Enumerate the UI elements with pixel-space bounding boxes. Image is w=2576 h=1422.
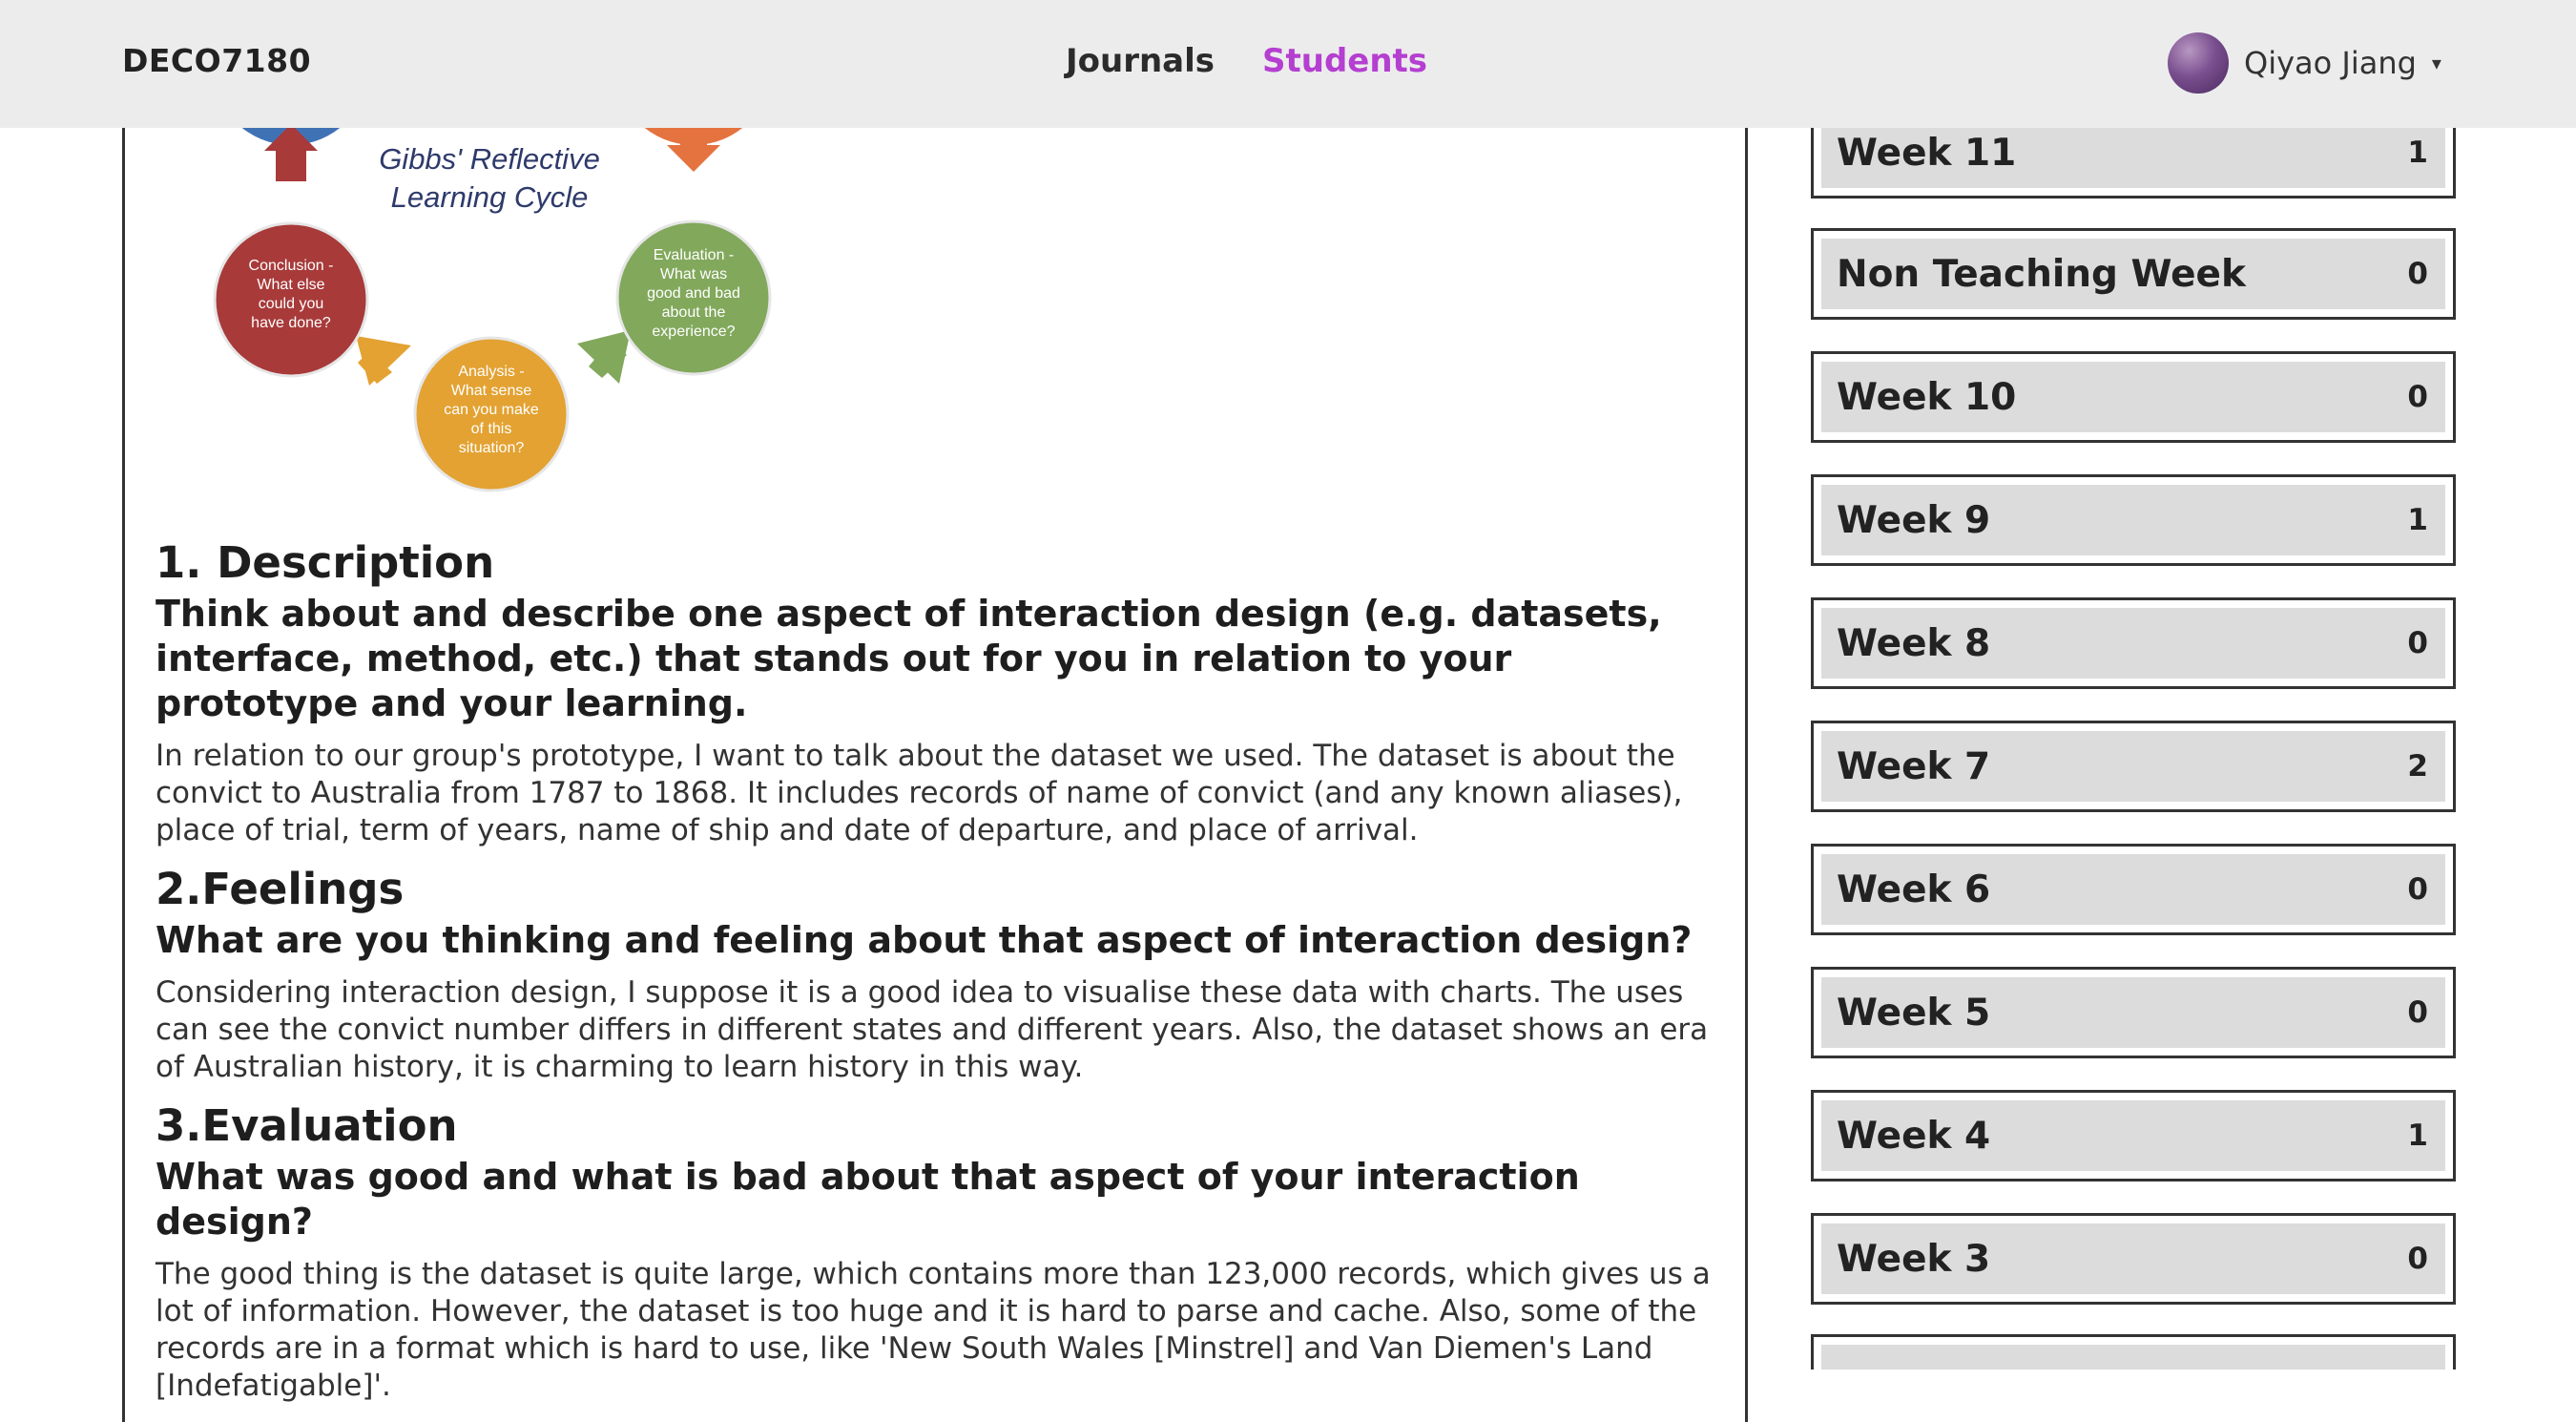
evaluation-label-1: Evaluation - [654,247,735,263]
week-count-badge: 0 [2407,995,2428,1030]
week-item-9[interactable]: Week 9 1 [1811,474,2456,566]
conclusion-label-3: could you [259,296,324,312]
week-label: Non Teaching Week [1837,252,2246,296]
week-count-badge: 0 [2407,257,2428,291]
evaluation-label-4: about the [662,304,726,321]
week-count-badge: 0 [2407,380,2428,414]
week-count-badge: 2 [2407,749,2428,784]
week-item-box[interactable]: Non Teaching Week 0 [1821,239,2445,309]
analysis-label-3: can you make [444,402,539,418]
gibbs-cycle-diagram: Gibbs' Reflective Learning Cycle Conclus… [213,86,772,492]
top-navbar: DECO7180 Journals Students Qiyao Jiang ▾ [0,0,2576,128]
week-label: Week 8 [1837,621,1991,665]
week-item-box[interactable]: Week 9 1 [1821,485,2445,555]
evaluation-label-3: good and bad [647,285,740,302]
section-question-description: Think about and describe one aspect of i… [156,593,1662,724]
diagram-title: Gibbs' Reflective [379,142,600,176]
evaluation-label-5: experience? [652,324,735,340]
journal-content: 1. Description Think about and describe … [156,536,1720,1418]
user-name[interactable]: Qiyao Jiang [2244,45,2417,81]
week-label: Week 5 [1837,991,1991,1035]
week-item-8[interactable]: Week 8 0 [1811,597,2456,689]
week-label: Week 6 [1837,868,1991,911]
week-count-badge: 0 [2407,626,2428,660]
week-count-badge: 1 [2407,136,2428,170]
conclusion-label-2: What else [257,277,324,293]
brand-logo[interactable]: DECO7180 [122,42,311,79]
section-question-feelings: What are you thinking and feeling about … [156,919,1693,961]
journal-entry-panel: Gibbs' Reflective Learning Cycle Conclus… [122,86,1748,1422]
week-item-box[interactable]: Week 6 0 [1821,854,2445,925]
week-item-4[interactable]: Week 4 1 [1811,1090,2456,1182]
week-item-box[interactable]: Week 11 1 [1821,117,2445,188]
week-item-box[interactable]: Week 3 0 [1821,1223,2445,1294]
week-label: Week 4 [1837,1114,1991,1158]
week-label: Week 3 [1837,1237,1991,1281]
week-item-box[interactable]: Week 4 1 [1821,1100,2445,1171]
week-item-next[interactable] [1811,1334,2456,1370]
week-count-badge: 0 [2407,1242,2428,1276]
arrow-right-down-icon [577,330,631,384]
section-title-description: 1. Description [156,537,495,588]
avatar[interactable] [2168,32,2229,94]
nav-link-students[interactable]: Students [1262,42,1427,80]
week-item-5[interactable]: Week 5 0 [1811,967,2456,1058]
week-item-box[interactable]: Week 7 2 [1821,731,2445,802]
week-item-box[interactable]: Week 8 0 [1821,608,2445,679]
nav-link-journals[interactable]: Journals [1066,42,1215,80]
conclusion-label-4: have done? [251,315,331,331]
section-body-description: In relation to our group's prototype, I … [156,739,1683,847]
week-item-7[interactable]: Week 7 2 [1811,721,2456,812]
week-count-badge: 1 [2407,503,2428,537]
diagram-title-line2: Learning Cycle [391,180,589,214]
week-item-non-teaching[interactable]: Non Teaching Week 0 [1811,228,2456,320]
week-label: Week 9 [1837,498,1991,542]
analysis-label-1: Analysis - [458,364,524,380]
week-item-10[interactable]: Week 10 0 [1811,351,2456,443]
chevron-down-icon[interactable]: ▾ [2432,52,2441,74]
section-body-feelings: Considering interaction design, I suppos… [156,975,1709,1084]
section-question-evaluation: What was good and what is bad about that… [156,1156,1580,1243]
conclusion-label-1: Conclusion - [249,258,334,274]
week-label: Week 7 [1837,744,1991,788]
arrow-left-up-icon [356,336,411,386]
week-item-3[interactable]: Week 3 0 [1811,1213,2456,1305]
week-count-badge: 1 [2407,1119,2428,1153]
analysis-label-2: What sense [451,383,532,399]
analysis-label-4: of this [471,421,512,437]
section-title-feelings: 2.Feelings [156,864,405,914]
week-item-box[interactable] [1821,1345,2445,1370]
week-item-box[interactable]: Week 5 0 [1821,977,2445,1048]
week-item-box[interactable]: Week 10 0 [1821,362,2445,432]
week-count-badge: 0 [2407,872,2428,907]
evaluation-label-2: What was [660,266,727,282]
week-label: Week 10 [1837,375,2017,419]
week-label: Week 11 [1837,131,2017,175]
section-body-evaluation: The good thing is the dataset is quite l… [156,1257,1711,1403]
analysis-label-5: situation? [459,440,525,456]
week-item-6[interactable]: Week 6 0 [1811,844,2456,935]
user-menu[interactable]: Qiyao Jiang ▾ [2168,32,2441,94]
section-title-evaluation: 3.Evaluation [156,1100,458,1151]
